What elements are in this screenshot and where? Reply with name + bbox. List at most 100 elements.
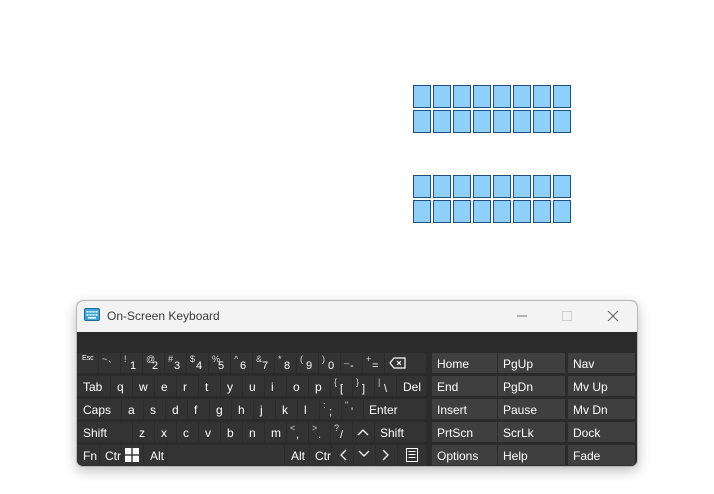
grid-cell: [413, 175, 431, 198]
key-minus[interactable]: _ -: [341, 353, 362, 373]
key-4[interactable]: $4: [187, 353, 208, 373]
key-alt-right[interactable]: Alt: [285, 445, 309, 465]
context-menu-icon: [406, 448, 418, 462]
key-mv-up[interactable]: Mv Up: [568, 376, 635, 396]
key-left-arrow[interactable]: [332, 445, 353, 465]
key-x[interactable]: x: [155, 422, 176, 442]
key-ctrl-left[interactable]: Ctrl: [100, 445, 121, 465]
key-k[interactable]: k: [276, 399, 297, 419]
backspace-icon: [389, 357, 406, 369]
key-h[interactable]: h: [232, 399, 253, 419]
key-shift-right[interactable]: Shift: [375, 422, 426, 442]
key-backslash[interactable]: | \: [375, 376, 396, 396]
key-caps[interactable]: Caps: [77, 399, 121, 419]
key-q[interactable]: q: [111, 376, 132, 396]
key-f[interactable]: f: [188, 399, 209, 419]
grid-cell: [513, 175, 531, 198]
key-m[interactable]: m: [265, 422, 286, 442]
key-period[interactable]: >.: [309, 422, 330, 442]
grid-cell: [453, 85, 471, 108]
key-right-bracket[interactable]: }]: [353, 376, 374, 396]
maximize-icon: [562, 311, 572, 321]
key-mv-dn[interactable]: Mv Dn: [568, 399, 635, 419]
key-p[interactable]: p: [309, 376, 330, 396]
key-8[interactable]: * 8: [275, 353, 296, 373]
key-l[interactable]: l: [298, 399, 319, 419]
key-fade[interactable]: Fade: [568, 445, 635, 465]
key-0[interactable]: ) 0: [319, 353, 340, 373]
key-g[interactable]: g: [210, 399, 231, 419]
help-button[interactable]: Help: [498, 445, 565, 465]
grid-cell: [473, 85, 491, 108]
key-2[interactable]: @2: [143, 353, 164, 373]
key-equals[interactable]: + =: [363, 353, 384, 373]
key-i[interactable]: i: [265, 376, 286, 396]
key-b[interactable]: b: [221, 422, 242, 442]
grid-cell: [553, 200, 571, 223]
key-pgup[interactable]: PgUp: [498, 353, 565, 373]
options-button[interactable]: Options: [432, 445, 497, 465]
key-6[interactable]: ^ 6: [231, 353, 252, 373]
key-n[interactable]: n: [243, 422, 264, 442]
key-tab[interactable]: Tab: [77, 376, 110, 396]
key-pause[interactable]: Pause: [498, 399, 565, 419]
key-c[interactable]: c: [177, 422, 198, 442]
key-y[interactable]: y: [221, 376, 242, 396]
grid-cell: [533, 110, 551, 133]
minimize-button[interactable]: [510, 305, 534, 327]
key-z[interactable]: z: [133, 422, 154, 442]
key-insert[interactable]: Insert: [432, 399, 497, 419]
key-windows[interactable]: [122, 445, 143, 465]
maximize-button[interactable]: [555, 305, 579, 327]
title-bar[interactable]: On-Screen Keyboard: [77, 301, 637, 332]
key-slash[interactable]: ? /: [331, 422, 352, 442]
key-home[interactable]: Home: [432, 353, 497, 373]
grid-cell: [473, 175, 491, 198]
key-backspace[interactable]: [385, 353, 426, 373]
key-tilde[interactable]: ~ `: [99, 353, 120, 373]
key-3[interactable]: #3: [165, 353, 186, 373]
close-button[interactable]: [601, 305, 625, 327]
key-scrlk[interactable]: ScrLk: [498, 422, 565, 442]
key-v[interactable]: v: [199, 422, 220, 442]
key-up-arrow[interactable]: [353, 422, 374, 442]
key-d[interactable]: d: [166, 399, 187, 419]
key-o[interactable]: o: [287, 376, 308, 396]
key-esc[interactable]: Esc: [77, 353, 98, 373]
key-enter[interactable]: Enter: [364, 399, 426, 419]
key-t[interactable]: t: [199, 376, 220, 396]
key-quote[interactable]: " ': [342, 399, 363, 419]
key-nav[interactable]: Nav: [568, 353, 635, 373]
key-alt-left[interactable]: Alt: [144, 445, 166, 465]
key-e[interactable]: e: [155, 376, 176, 396]
key-s[interactable]: s: [144, 399, 165, 419]
keyboard-app-icon: [84, 308, 100, 321]
key-7[interactable]: & 7: [253, 353, 274, 373]
key-dock[interactable]: Dock: [568, 422, 635, 442]
key-prtscn[interactable]: PrtScn: [432, 422, 497, 442]
key-ctrl-right[interactable]: Ctrl: [310, 445, 331, 465]
grid-cell: [413, 85, 431, 108]
key-r[interactable]: r: [177, 376, 198, 396]
key-right-arrow[interactable]: [376, 445, 397, 465]
key-space[interactable]: [167, 445, 284, 465]
key-j[interactable]: j: [254, 399, 275, 419]
key-a[interactable]: a: [122, 399, 143, 419]
key-9[interactable]: (9: [297, 353, 318, 373]
key-u[interactable]: u: [243, 376, 264, 396]
key-end[interactable]: End: [432, 376, 497, 396]
arrow-left-icon: [340, 449, 347, 461]
key-left-bracket[interactable]: {[: [331, 376, 352, 396]
key-1[interactable]: ! 1: [121, 353, 142, 373]
key-shift-left[interactable]: Shift: [77, 422, 132, 442]
key-fn[interactable]: Fn: [77, 445, 99, 465]
key-w[interactable]: w: [133, 376, 154, 396]
key-del[interactable]: Del: [397, 376, 426, 396]
key-context-menu[interactable]: [398, 445, 426, 465]
cell-grid-top: [413, 85, 571, 133]
key-5[interactable]: % 5: [209, 353, 230, 373]
key-semicolon[interactable]: :;: [320, 399, 341, 419]
key-pgdn[interactable]: PgDn: [498, 376, 565, 396]
key-down-arrow[interactable]: [354, 445, 375, 465]
key-comma[interactable]: <,: [287, 422, 308, 442]
